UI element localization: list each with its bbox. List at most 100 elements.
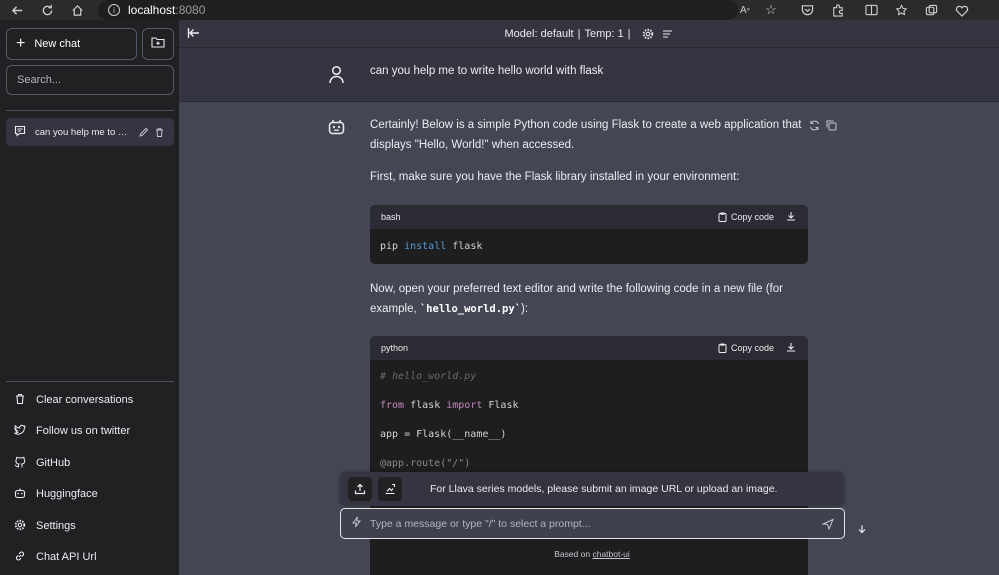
download-icon[interactable]: [786, 211, 796, 223]
clear-lines-icon[interactable]: [662, 29, 673, 39]
new-chat-button[interactable]: + New chat: [6, 28, 137, 60]
response-paragraph: Now, open your preferred text editor and…: [370, 280, 810, 319]
inline-code: `hello_world.py`: [419, 302, 522, 315]
conversation-title: can you help me to write hello world wit…: [35, 126, 133, 138]
github-link[interactable]: GitHub: [6, 449, 174, 477]
send-icon[interactable]: [821, 517, 834, 535]
collections-icon[interactable]: [923, 2, 939, 18]
code-actions: Copy code: [718, 342, 796, 354]
twitter-label: Follow us on twitter: [36, 425, 131, 437]
sidebar-divider: [6, 110, 174, 111]
lightning-icon[interactable]: [351, 515, 362, 533]
address-bar[interactable]: i localhost:8080: [98, 0, 738, 20]
browser-toolbar: i localhost:8080 A» ☆: [0, 0, 999, 20]
upload-image-button[interactable]: [348, 477, 372, 501]
settings-button[interactable]: Settings: [6, 512, 174, 540]
github-icon: [14, 456, 26, 471]
code-block-python: python Copy code # hello_world.py from f…: [370, 336, 808, 575]
upload-icon: [354, 483, 366, 495]
regenerate-icon[interactable]: [809, 118, 820, 136]
twitter-link[interactable]: Follow us on twitter: [6, 417, 174, 445]
message-input[interactable]: [370, 517, 810, 530]
code-line: from flask import Flask: [380, 391, 798, 420]
pocket-icon[interactable]: [799, 2, 815, 18]
copy-code-label: Copy code: [730, 343, 774, 353]
code-token: from: [380, 400, 405, 411]
temperature-label: Temp: 1: [584, 27, 624, 40]
extensions-icon[interactable]: [829, 2, 845, 18]
twitter-icon: [14, 424, 26, 438]
footer-note: Based on chatbot-ui: [179, 549, 999, 559]
chat-api-url-button[interactable]: Chat API Url: [6, 543, 174, 571]
code-token: flask: [404, 400, 447, 411]
copy-message-icon[interactable]: [826, 118, 837, 136]
code-token: install: [404, 241, 447, 252]
clear-conversations-label: Clear conversations: [36, 394, 134, 406]
info-icon[interactable]: i: [108, 4, 120, 16]
code-block-header: bash Copy code: [370, 205, 808, 229]
new-folder-button[interactable]: [142, 28, 174, 60]
code-line: pip install flask: [380, 229, 798, 264]
copy-code-label: Copy code: [730, 212, 774, 222]
code-body: # hello_world.py from flask import Flask…: [370, 360, 808, 478]
image-url-button[interactable]: [378, 477, 402, 501]
settings-gear-icon[interactable]: [642, 28, 654, 40]
performance-icon[interactable]: [954, 2, 970, 18]
home-icon[interactable]: [69, 2, 85, 18]
reload-icon[interactable]: [39, 2, 55, 18]
back-icon[interactable]: [9, 2, 25, 18]
collapse-sidebar-icon[interactable]: [187, 26, 201, 43]
code-token: Flask: [482, 400, 519, 411]
copy-code-button[interactable]: Copy code: [718, 212, 774, 222]
url-host: localhost: [128, 3, 176, 17]
read-aloud-icon[interactable]: A»: [737, 2, 753, 18]
header-separator-2: |: [627, 27, 631, 40]
sidebar: + New chat can you help me to write hell…: [0, 20, 179, 575]
code-token: pip: [380, 241, 405, 252]
link-icon: [14, 550, 26, 565]
favorites-icon[interactable]: [893, 2, 909, 18]
image-link-icon: [385, 483, 396, 495]
copy-code-button[interactable]: Copy code: [718, 343, 774, 353]
code-language: python: [381, 343, 409, 353]
clipboard-icon: [718, 212, 727, 222]
chat-main: Model: default | Temp: 1 | can you help …: [179, 20, 999, 575]
huggingface-label: Huggingface: [36, 488, 98, 500]
sidebar-footer-divider: [6, 381, 174, 382]
image-note-text: For Llava series models, please submit a…: [430, 483, 778, 495]
gear-icon: [14, 519, 26, 534]
chatbot-ui-link[interactable]: chatbot-ui: [592, 549, 629, 559]
code-body: pip install flask: [370, 229, 808, 264]
chat-api-url-label: Chat API Url: [36, 551, 97, 563]
code-token: flask: [446, 241, 483, 252]
download-icon[interactable]: [786, 342, 796, 354]
code-language: bash: [381, 212, 401, 222]
header-separator: |: [577, 27, 581, 40]
footer-prefix: Based on: [554, 549, 593, 559]
chat-header: Model: default | Temp: 1 |: [179, 20, 999, 48]
message-input-container: [340, 508, 845, 539]
clear-conversations-button[interactable]: Clear conversations: [6, 386, 174, 414]
response-paragraph: Certainly! Below is a simple Python code…: [370, 119, 802, 151]
scroll-down-button[interactable]: [852, 519, 872, 539]
user-avatar-icon: [328, 65, 345, 89]
model-label: Model: default: [504, 27, 574, 40]
user-message: can you help me to write hello world wit…: [179, 48, 999, 102]
code-actions: Copy code: [718, 211, 796, 223]
search-input[interactable]: [6, 65, 174, 95]
split-screen-icon[interactable]: [863, 2, 879, 18]
trash-icon: [14, 393, 26, 408]
url-port: :8080: [175, 3, 206, 17]
code-line: app = Flask(__name__): [380, 429, 507, 440]
edit-pencil-icon[interactable]: [138, 127, 149, 138]
new-chat-label: New chat: [34, 38, 81, 50]
huggingface-link[interactable]: Huggingface: [6, 480, 174, 508]
code-line: # hello_world.py: [380, 371, 477, 382]
conversation-item[interactable]: can you help me to write hello world wit…: [6, 118, 174, 146]
delete-trash-icon[interactable]: [154, 127, 165, 138]
response-paragraph: First, make sure you have the Flask libr…: [370, 171, 740, 183]
github-label: GitHub: [36, 457, 71, 469]
plus-icon: +: [16, 35, 26, 52]
image-upload-bar: For Llava series models, please submit a…: [340, 472, 844, 506]
favorite-star-icon[interactable]: ☆: [763, 2, 779, 18]
